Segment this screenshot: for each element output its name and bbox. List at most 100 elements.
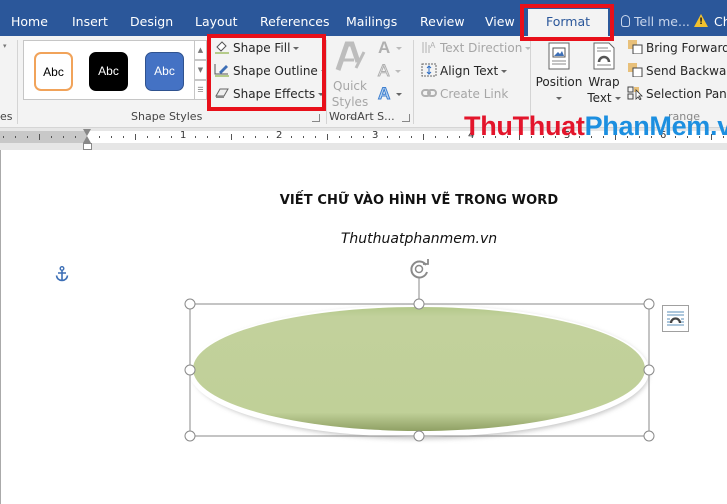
- tab-references[interactable]: References: [260, 12, 329, 32]
- shape-effects-button[interactable]: Shape Effects: [214, 86, 325, 102]
- ruler-tick: [399, 136, 400, 138]
- green-ellipse-shape[interactable]: [193, 307, 645, 431]
- group-separator: [326, 40, 327, 124]
- ruler-tick: [207, 136, 208, 138]
- tab-design[interactable]: Design: [130, 12, 173, 32]
- word-window: Home Insert Design Layout References Mai…: [0, 0, 727, 504]
- resize-handle-top[interactable]: [413, 298, 425, 310]
- rotate-handle-icon[interactable]: [410, 259, 429, 279]
- create-link-button[interactable]: Create Link: [421, 86, 508, 102]
- resize-handle-bottom-left[interactable]: [184, 430, 196, 442]
- shape-style-blue[interactable]: Abc: [145, 52, 184, 91]
- ruler-tick: [147, 136, 148, 138]
- shape-fill-button[interactable]: Shape Fill: [214, 40, 300, 56]
- document-heading: VIẾT CHỮ VÀO HÌNH VẼ TRONG WORD: [279, 193, 559, 208]
- resize-handle-bottom[interactable]: [413, 430, 425, 442]
- ruler-tick: [3, 136, 4, 138]
- text-direction-button[interactable]: A Text Direction: [421, 40, 532, 56]
- send-backward-button[interactable]: Send Backward: [627, 63, 727, 79]
- resize-handle-top-right[interactable]: [643, 298, 655, 310]
- ruler-tick: [99, 136, 100, 138]
- ruler-tick: [75, 136, 76, 138]
- position-button[interactable]: Position: [535, 42, 583, 106]
- ruler-tick: [51, 136, 52, 138]
- tab-layout[interactable]: Layout: [195, 12, 238, 32]
- shape-style-white-orange[interactable]: Abc: [34, 52, 73, 91]
- tab-format[interactable]: Format: [528, 9, 608, 36]
- selection-pane-icon: [627, 86, 643, 101]
- resize-handle-right[interactable]: [643, 364, 655, 376]
- group-label-truncated: es: [0, 110, 13, 123]
- pencil-outline-icon: [214, 63, 230, 77]
- wrap-text-button[interactable]: Wrap Text: [586, 42, 622, 106]
- first-line-indent-marker[interactable]: [83, 129, 91, 136]
- ruler-tick: [159, 136, 160, 138]
- selected-shape-group: [184, 259, 655, 442]
- tab-home[interactable]: Home: [11, 12, 48, 32]
- ruler-tick: [423, 134, 424, 140]
- position-icon: [548, 42, 570, 70]
- ruler-tick: [327, 134, 328, 140]
- tab-insert[interactable]: Insert: [72, 12, 108, 32]
- text-effects-icon[interactable]: A: [377, 84, 403, 104]
- ruler-tick: [459, 136, 460, 138]
- resize-handle-left[interactable]: [184, 364, 196, 376]
- ruler-tick: [15, 136, 16, 138]
- wordart-launcher-icon[interactable]: [402, 114, 410, 122]
- shape-style-black[interactable]: Abc: [89, 52, 128, 91]
- ruler-tick: [303, 136, 304, 138]
- tab-view[interactable]: View: [485, 12, 515, 32]
- bring-forward-icon: [627, 40, 643, 55]
- text-direction-icon: A: [421, 40, 437, 54]
- ruler-tick: [39, 134, 40, 140]
- bring-forward-button[interactable]: Bring Forward: [627, 40, 727, 56]
- tell-me-label: Tell me...: [634, 14, 690, 29]
- ruler-tick: [387, 136, 388, 138]
- ruler-tick: [351, 136, 352, 138]
- ruler-tick: [243, 136, 244, 138]
- text-outline-icon[interactable]: A: [377, 61, 402, 81]
- document-subtitle: Thuthuatphanmem.vn: [340, 231, 498, 247]
- ruler-number: 2: [276, 130, 283, 141]
- chain-link-icon: [421, 86, 437, 100]
- ruler-tick: [27, 136, 28, 138]
- share-button-truncated[interactable]: Ch: [714, 12, 727, 32]
- ruler-tick: [447, 136, 448, 138]
- ruler-tick: [195, 136, 196, 138]
- resize-handle-bottom-right[interactable]: [643, 430, 655, 442]
- shape-styles-launcher-icon[interactable]: [312, 114, 320, 122]
- ruler-tick: [255, 136, 256, 138]
- svg-text:A: A: [430, 41, 436, 50]
- shape-outline-button[interactable]: Shape Outline: [214, 63, 327, 79]
- ruler-tick: [267, 136, 268, 138]
- shape-style-gallery: Abc Abc Abc: [23, 40, 195, 100]
- wrap-text-icon: [593, 42, 615, 70]
- group-label-wordart: WordArt S...: [329, 110, 395, 123]
- gallery-scroll-down[interactable]: ▼: [195, 60, 207, 80]
- group-label-shape-styles: Shape Styles: [131, 110, 203, 123]
- ruler-tick: [363, 136, 364, 138]
- ruler-tick: [435, 136, 436, 138]
- align-text-button[interactable]: Align Text: [421, 63, 508, 79]
- ruler-tick: [135, 134, 136, 140]
- collapsed-group-dropdown[interactable]: ▾: [3, 42, 7, 50]
- ruler-tick: [315, 136, 316, 138]
- ruler-tick: [231, 134, 232, 140]
- left-indent-marker[interactable]: [83, 143, 92, 150]
- hanging-indent-marker[interactable]: [83, 136, 91, 143]
- tell-me-search[interactable]: Tell me...: [621, 12, 690, 32]
- anchor-icon[interactable]: [55, 266, 69, 282]
- text-fill-icon[interactable]: A: [378, 38, 403, 58]
- ruler-tick: [63, 136, 64, 138]
- ruler-tick: [171, 136, 172, 138]
- resize-handle-top-left[interactable]: [184, 298, 196, 310]
- align-text-icon: [421, 63, 437, 77]
- ruler-number: 1: [180, 130, 187, 141]
- gallery-scroll-up[interactable]: ▲: [195, 40, 207, 60]
- tab-review[interactable]: Review: [420, 12, 465, 32]
- layout-options-button[interactable]: [662, 305, 689, 332]
- gallery-more[interactable]: ☰: [195, 80, 207, 100]
- tab-mailings[interactable]: Mailings: [346, 12, 397, 32]
- ribbon-tab-bar: Home Insert Design Layout References Mai…: [0, 0, 727, 36]
- selection-pane-button[interactable]: Selection Pane: [627, 86, 727, 102]
